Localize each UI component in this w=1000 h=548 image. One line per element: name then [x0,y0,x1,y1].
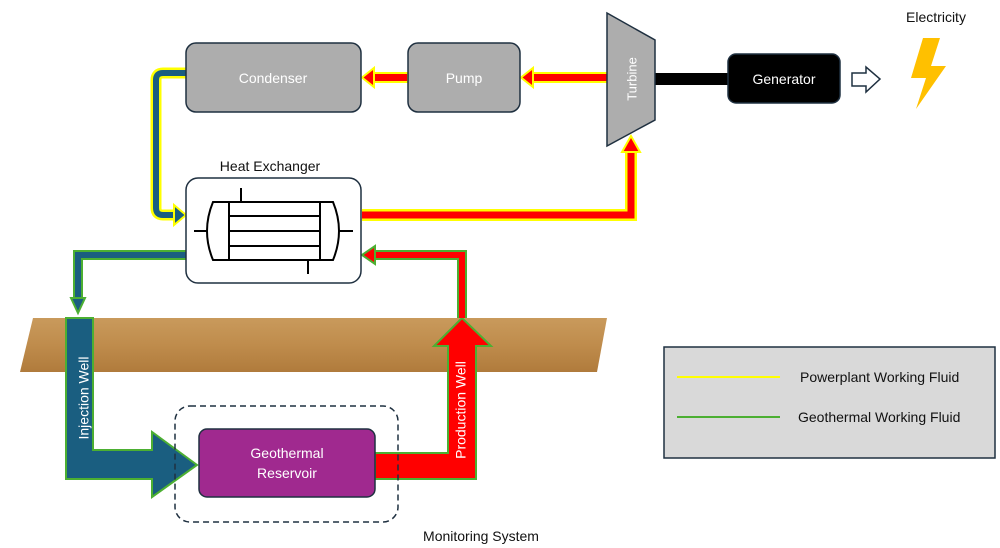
reservoir-label-line2: Reservoir [257,465,317,481]
pump-label: Pump [446,70,483,86]
geothermal-reservoir: Geothermal Reservoir [198,428,376,498]
condenser-box: Condenser [185,42,362,113]
monitoring-label: Monitoring System [423,528,539,544]
heat-exchanger-label: Heat Exchanger [220,158,321,174]
legend-label-geothermal: Geothermal Working Fluid [798,409,960,425]
output-arrow-icon [851,65,882,94]
pump-to-condenser-arrowhead [360,65,375,90]
geothermal-diagram: Injection Well Production Well Monitorin… [20,9,996,544]
condenser-to-hx-arrowhead [173,202,188,228]
turbine-to-pump-arrowhead [519,65,534,90]
hx-to-injection-pipe-core [75,252,186,300]
hx-to-injection-pipe [73,250,186,300]
production-to-hx-pipe [376,250,467,318]
reservoir-label-line1: Geothermal [250,445,323,461]
turbine: Turbine [606,11,656,148]
turbine-label: Turbine [624,57,639,101]
injection-well-label: Injection Well [76,356,92,439]
turbine-shaft [654,73,730,85]
hx-to-turbine-pipe-core [362,150,635,219]
turbine-to-pump-pipe [529,72,609,83]
ground-layer [20,318,607,372]
heat-exchanger [185,177,362,284]
production-to-hx-arrowhead [360,244,376,266]
electricity-label: Electricity [906,9,966,25]
hx-to-turbine-arrowhead [620,133,642,153]
pump-to-condenser-pipe [371,72,409,83]
condenser-to-hx-pipe [150,67,186,221]
production-well-label: Production Well [453,361,469,459]
production-to-hx-pipe-core [376,252,465,318]
lightning-bolt-icon [911,38,946,109]
generator-label: Generator [752,71,815,87]
hx-to-turbine-pipe [362,150,637,221]
condenser-label: Condenser [239,70,308,86]
legend: Powerplant Working Fluid Geothermal Work… [663,346,996,459]
hx-to-injection-arrowhead [69,297,87,316]
pump-box: Pump [407,42,521,113]
generator-box: Generator [727,53,841,104]
legend-label-powerplant: Powerplant Working Fluid [800,369,959,385]
